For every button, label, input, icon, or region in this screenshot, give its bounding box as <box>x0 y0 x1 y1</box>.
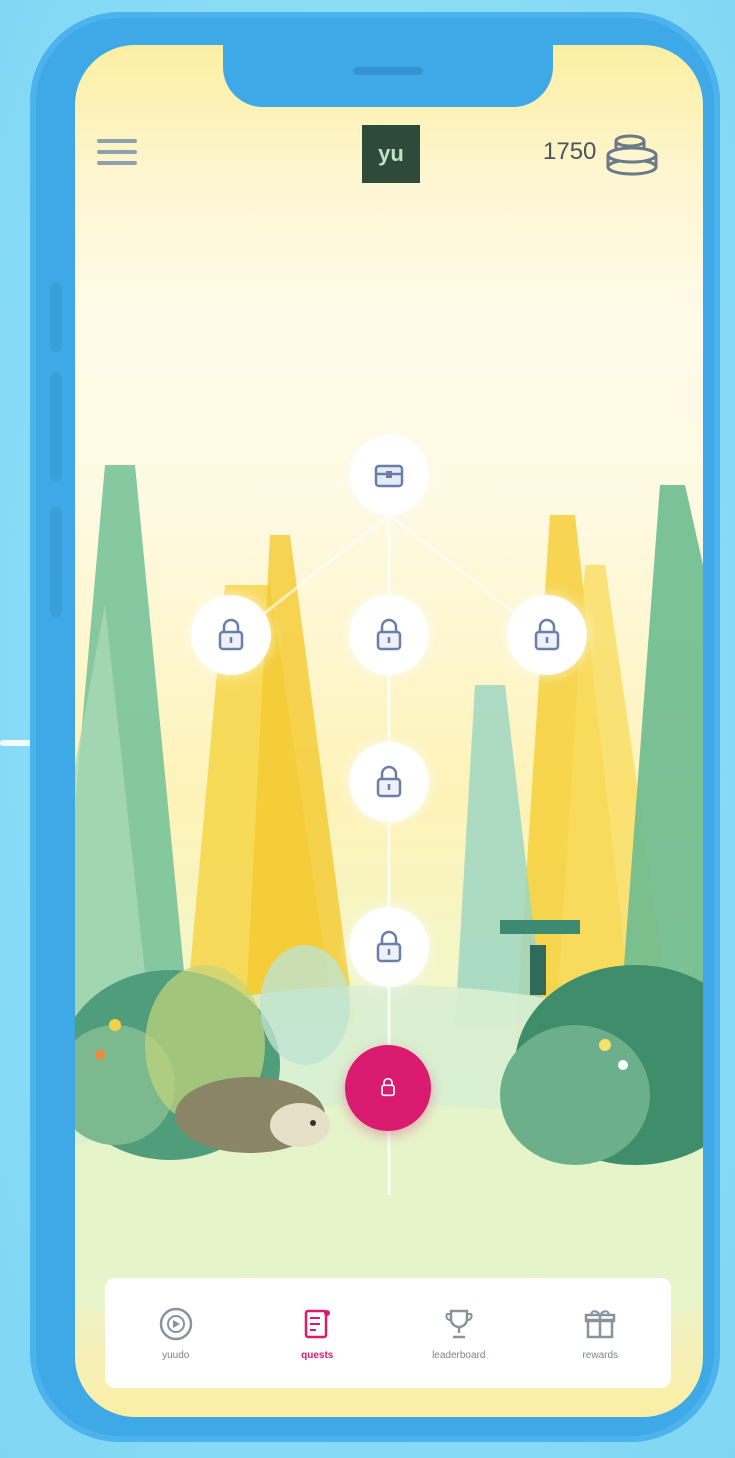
bottom-navigation: yuudo quests leaderboard rewards <box>105 1278 671 1388</box>
nav-label-leaderboard: leaderboard <box>432 1349 486 1361</box>
lock-icon <box>376 930 402 963</box>
dial-icon <box>159 1307 192 1340</box>
forest-scene <box>75 465 703 1345</box>
lock-node-left[interactable] <box>191 595 271 675</box>
treasure-chest-node[interactable] <box>349 435 429 515</box>
coins-icon <box>606 134 658 176</box>
nav-item-yuudo[interactable]: yuudo <box>116 1306 236 1361</box>
nav-item-leaderboard[interactable]: leaderboard <box>399 1306 519 1361</box>
lock-node-right[interactable] <box>507 595 587 675</box>
lock-node-center[interactable] <box>349 595 429 675</box>
chest-icon <box>374 464 404 488</box>
coin-balance[interactable]: 1750 <box>543 127 660 177</box>
nav-label-rewards: rewards <box>582 1349 619 1361</box>
nav-label-yuudo: yuudo <box>162 1349 190 1361</box>
menu-icon[interactable] <box>97 139 141 167</box>
phone-notch <box>223 45 553 107</box>
current-level-node[interactable] <box>345 1045 431 1131</box>
flower <box>95 1050 105 1060</box>
gift-icon <box>585 1309 616 1338</box>
trophy-icon <box>445 1309 473 1338</box>
lock-icon <box>218 618 244 651</box>
hedgehog-eye <box>310 1120 316 1126</box>
flower <box>618 1060 628 1070</box>
coin-count: 1750 <box>543 138 597 165</box>
nav-item-quests[interactable]: quests <box>257 1306 377 1361</box>
speaker-grill <box>353 67 423 75</box>
fern <box>260 945 350 1065</box>
app-logo: yu <box>362 125 420 183</box>
phone-volume-button <box>50 372 62 482</box>
phone-volume-button <box>50 507 62 617</box>
lock-icon <box>376 765 402 798</box>
lock-node-middle[interactable] <box>349 742 429 822</box>
lock-icon <box>376 618 402 651</box>
tree-stump <box>530 945 546 995</box>
nav-item-rewards[interactable]: rewards <box>540 1306 660 1361</box>
lock-icon <box>534 618 560 651</box>
logo-text: yu <box>378 141 404 166</box>
bench <box>500 920 580 934</box>
flower <box>599 1039 611 1051</box>
background-line <box>0 740 32 746</box>
quest-scroll-icon <box>305 1309 331 1338</box>
flower <box>109 1019 121 1031</box>
phone-side-button <box>50 282 62 352</box>
hedgehog-face <box>270 1103 330 1147</box>
nav-label-quests: quests <box>301 1349 334 1361</box>
level-icon <box>381 1077 395 1097</box>
lock-node-lower[interactable] <box>349 907 429 987</box>
app-screen: yu 1750 yuudo quests leaderboard rewards <box>75 45 703 1417</box>
bush-right-2 <box>500 1025 650 1165</box>
